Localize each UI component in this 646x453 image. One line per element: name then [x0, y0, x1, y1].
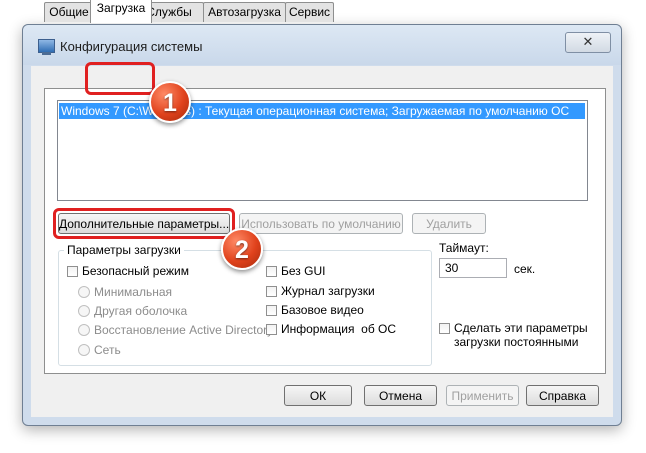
no-gui-checkbox[interactable] [266, 266, 277, 277]
cancel-button[interactable]: Отмена [364, 385, 437, 406]
base-video-checkbox[interactable] [266, 305, 277, 316]
timeout-input[interactable]: 30 [439, 258, 507, 278]
monitor-icon [38, 39, 55, 55]
os-listbox[interactable]: Windows 7 (C:\Windows) : Текущая операци… [57, 100, 588, 201]
title-bar[interactable]: Конфигурация системы ✕ [23, 25, 621, 65]
close-button[interactable]: ✕ [565, 32, 611, 53]
help-button[interactable]: Справка [526, 385, 599, 406]
timeout-unit: сек. [514, 262, 536, 276]
network-radio[interactable] [78, 344, 90, 356]
list-item[interactable]: Windows 7 (C:\Windows) : Текущая операци… [59, 103, 585, 119]
boot-tab-highlight [85, 62, 155, 95]
boot-options-legend: Параметры загрузки [64, 243, 184, 257]
timeout-label: Таймаут: [439, 241, 489, 255]
ad-repair-radio[interactable] [78, 324, 90, 336]
tab-startup[interactable]: Автозагрузка [203, 2, 286, 22]
tab-boot[interactable]: Загрузка [90, 0, 152, 23]
alternate-shell-radio[interactable] [78, 305, 90, 317]
ad-repair-label: Восстановление Active Directory [94, 323, 274, 337]
boot-log-label: Журнал загрузки [281, 284, 375, 298]
tab-services[interactable]: Службы [150, 2, 204, 22]
make-permanent-checkbox[interactable] [439, 323, 450, 334]
make-permanent-label-line2: загрузки постоянными [454, 335, 579, 349]
make-permanent-label-line1: Сделать эти параметры [454, 321, 588, 335]
tab-general[interactable]: Общие [44, 2, 94, 22]
os-info-label: Информация об ОС [281, 322, 397, 336]
advanced-button-highlight [53, 208, 235, 239]
os-info-checkbox[interactable] [266, 324, 277, 335]
minimal-label: Минимальная [94, 285, 173, 299]
step-2-badge: 2 [221, 228, 263, 270]
safe-mode-label: Безопасный режим [82, 264, 189, 278]
base-video-label: Базовое видео [281, 303, 364, 317]
set-default-button[interactable]: Использовать по умолчанию [239, 213, 403, 234]
apply-button[interactable]: Применить [446, 385, 519, 406]
tab-tools[interactable]: Сервис [285, 2, 334, 22]
ok-button[interactable]: ОК [284, 385, 352, 406]
network-label: Сеть [94, 343, 121, 357]
boot-log-checkbox[interactable] [266, 286, 277, 297]
delete-button[interactable]: Удалить [412, 213, 486, 234]
safe-mode-checkbox[interactable] [67, 266, 78, 277]
alternate-shell-label: Другая оболочка [94, 304, 188, 318]
step-1-badge: 1 [149, 81, 191, 123]
minimal-radio[interactable] [78, 286, 90, 298]
window-title: Конфигурация системы [60, 39, 203, 54]
no-gui-label: Без GUI [281, 264, 326, 278]
